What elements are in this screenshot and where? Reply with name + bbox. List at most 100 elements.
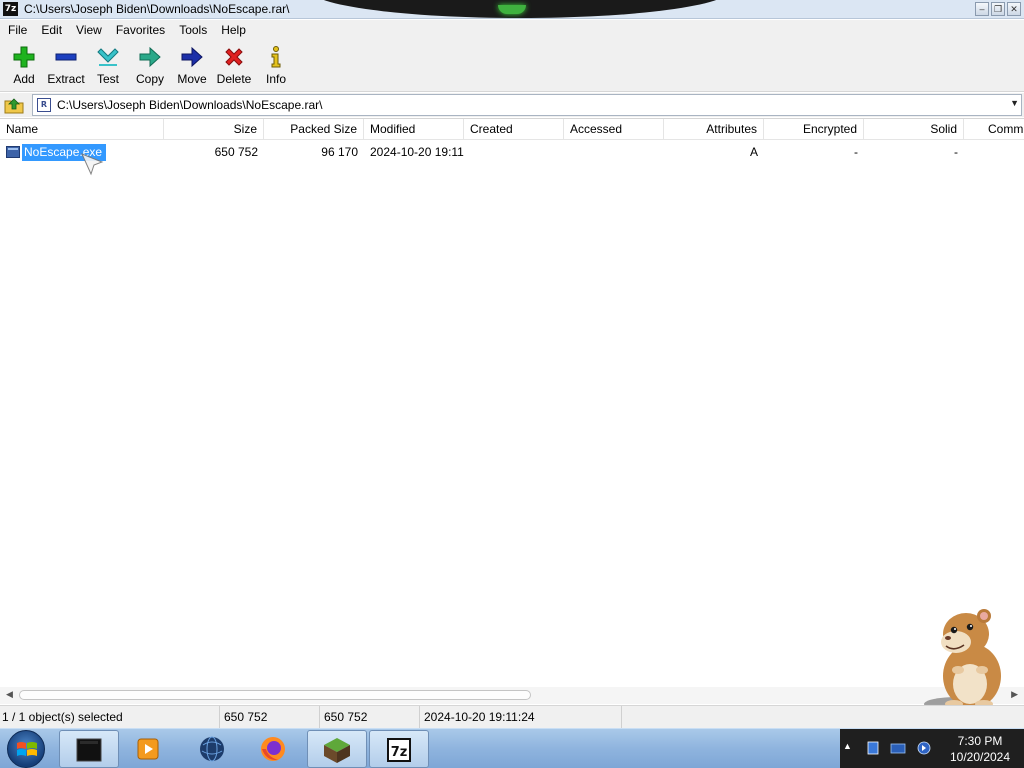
column-comment[interactable]: Comm bbox=[982, 119, 1024, 139]
horizontal-scrollbar[interactable]: ◀ ▶ bbox=[0, 687, 1024, 704]
taskbar-globe[interactable] bbox=[183, 730, 243, 768]
add-label: Add bbox=[13, 72, 35, 86]
taskbar-media-player[interactable] bbox=[119, 730, 179, 768]
copy-label: Copy bbox=[135, 72, 164, 86]
windows-logo-icon bbox=[17, 742, 37, 756]
clock-date: 10/20/2024 bbox=[949, 750, 1011, 764]
column-modified[interactable]: Modified bbox=[364, 119, 464, 139]
taskbar-firefox[interactable] bbox=[244, 730, 304, 768]
menu-tools[interactable]: Tools bbox=[172, 20, 214, 40]
media-player-icon bbox=[137, 738, 159, 760]
test-icon bbox=[97, 48, 119, 66]
add-button[interactable]: Add bbox=[3, 40, 45, 90]
show-hidden-icons-icon[interactable]: ▲ bbox=[843, 741, 852, 751]
menu-file[interactable]: File bbox=[1, 20, 34, 40]
archive-icon: R bbox=[37, 98, 51, 112]
column-accessed[interactable]: Accessed bbox=[564, 119, 664, 139]
taskbar: 7z ▲ 7:30 PM 10/20/2024 bbox=[0, 728, 1024, 768]
info-label: Info bbox=[265, 72, 286, 86]
delete-button[interactable]: Delete bbox=[213, 40, 255, 90]
file-comment bbox=[982, 143, 1022, 162]
clock[interactable]: 7:30 PM 10/20/2024 bbox=[940, 733, 1020, 765]
address-bar: R C:\Users\Joseph Biden\Downloads\NoEsca… bbox=[0, 93, 1024, 117]
menu-favorites[interactable]: Favorites bbox=[109, 20, 172, 40]
delete-icon bbox=[225, 48, 243, 66]
camera-notch bbox=[310, 0, 730, 18]
taskbar-minecraft[interactable] bbox=[307, 730, 367, 768]
clock-time: 7:30 PM bbox=[957, 734, 1003, 748]
move-label: Move bbox=[177, 72, 207, 86]
status-packed: 650 752 bbox=[322, 706, 420, 728]
file-encrypted: - bbox=[854, 145, 858, 159]
copy-icon bbox=[139, 46, 161, 68]
extract-icon bbox=[55, 53, 77, 61]
terminal-icon bbox=[76, 738, 102, 762]
volume-icon[interactable] bbox=[916, 740, 932, 756]
add-icon bbox=[13, 46, 35, 68]
extract-button[interactable]: Extract bbox=[45, 40, 87, 90]
info-button[interactable]: Info bbox=[255, 40, 297, 90]
restore-button[interactable]: ❐ bbox=[991, 2, 1005, 16]
hamster-image bbox=[924, 609, 1001, 711]
scroll-left-icon[interactable]: ◀ bbox=[6, 689, 13, 700]
status-size: 650 752 bbox=[222, 706, 320, 728]
svg-text:7z: 7z bbox=[391, 745, 408, 760]
column-attributes[interactable]: Attributes bbox=[664, 119, 764, 139]
file-packed-size: 96 170 bbox=[321, 145, 358, 159]
file-modified: 2024-10-20 19:11 bbox=[370, 145, 464, 159]
move-button[interactable]: Move bbox=[171, 40, 213, 90]
column-encrypted[interactable]: Encrypted bbox=[764, 119, 864, 139]
taskbar-terminal[interactable] bbox=[59, 730, 119, 768]
menu-edit[interactable]: Edit bbox=[34, 20, 69, 40]
file-row[interactable]: NoEscape.exe 650 752 96 170 2024-10-20 1… bbox=[0, 143, 1024, 162]
info-icon bbox=[271, 46, 281, 68]
menu-help[interactable]: Help bbox=[214, 20, 253, 40]
file-size: 650 752 bbox=[214, 145, 258, 159]
path-text: C:\Users\Joseph Biden\Downloads\NoEscape… bbox=[57, 98, 323, 112]
column-packed-size[interactable]: Packed Size bbox=[264, 119, 364, 139]
7zip-icon: 7z bbox=[387, 738, 411, 762]
menu-view[interactable]: View bbox=[69, 20, 109, 40]
folder-up-icon[interactable] bbox=[3, 95, 25, 115]
test-label: Test bbox=[96, 72, 119, 86]
status-modified: 2024-10-20 19:11:24 bbox=[422, 706, 622, 728]
column-name[interactable]: Name bbox=[0, 119, 164, 139]
chevron-down-icon[interactable]: ▼ bbox=[1010, 98, 1019, 108]
scroll-thumb[interactable] bbox=[19, 690, 531, 700]
window-title: C:\Users\Joseph Biden\Downloads\NoEscape… bbox=[24, 2, 290, 16]
file-attributes: A bbox=[749, 145, 758, 159]
firefox-icon bbox=[261, 737, 285, 761]
window-controls: – ❐ ✕ bbox=[975, 2, 1021, 16]
globe-icon bbox=[200, 736, 224, 762]
scroll-right-icon[interactable]: ▶ bbox=[1011, 689, 1018, 700]
path-combobox[interactable]: R C:\Users\Joseph Biden\Downloads\NoEsca… bbox=[32, 94, 1022, 116]
minecraft-icon bbox=[324, 738, 350, 763]
system-tray: ▲ 7:30 PM 10/20/2024 bbox=[840, 729, 1024, 768]
title-bar: 7z C:\Users\Joseph Biden\Downloads\NoEsc… bbox=[0, 0, 1024, 19]
move-icon bbox=[181, 46, 203, 68]
file-created bbox=[464, 143, 564, 162]
column-size[interactable]: Size bbox=[164, 119, 264, 139]
test-button[interactable]: Test bbox=[87, 40, 129, 90]
status-bar: 1 / 1 object(s) selected 650 752 650 752… bbox=[0, 705, 1024, 728]
start-button[interactable] bbox=[7, 730, 45, 768]
camera-led bbox=[498, 5, 526, 14]
file-list: NoEscape.exe 650 752 96 170 2024-10-20 1… bbox=[0, 141, 1024, 687]
7zip-app-icon[interactable]: 7z bbox=[3, 2, 18, 16]
column-solid[interactable]: Solid bbox=[864, 119, 964, 139]
taskbar-7zip[interactable]: 7z bbox=[369, 730, 429, 768]
toolbar: Add Extract Test Copy Move Delete Info bbox=[0, 40, 1024, 92]
mouse-cursor-icon bbox=[81, 153, 104, 176]
menu-bar: File Edit View Favorites Tools Help bbox=[0, 20, 1024, 40]
file-accessed bbox=[564, 143, 664, 162]
action-center-icon[interactable] bbox=[890, 740, 906, 756]
delete-label: Delete bbox=[216, 72, 252, 86]
extract-label: Extract bbox=[47, 72, 85, 86]
network-icon[interactable] bbox=[866, 740, 882, 756]
copy-button[interactable]: Copy bbox=[129, 40, 171, 90]
column-header-row: Name Size Packed Size Modified Created A… bbox=[0, 118, 1024, 140]
close-button[interactable]: ✕ bbox=[1007, 2, 1021, 16]
minimize-button[interactable]: – bbox=[975, 2, 989, 16]
column-created[interactable]: Created bbox=[464, 119, 564, 139]
file-solid: - bbox=[954, 145, 958, 159]
